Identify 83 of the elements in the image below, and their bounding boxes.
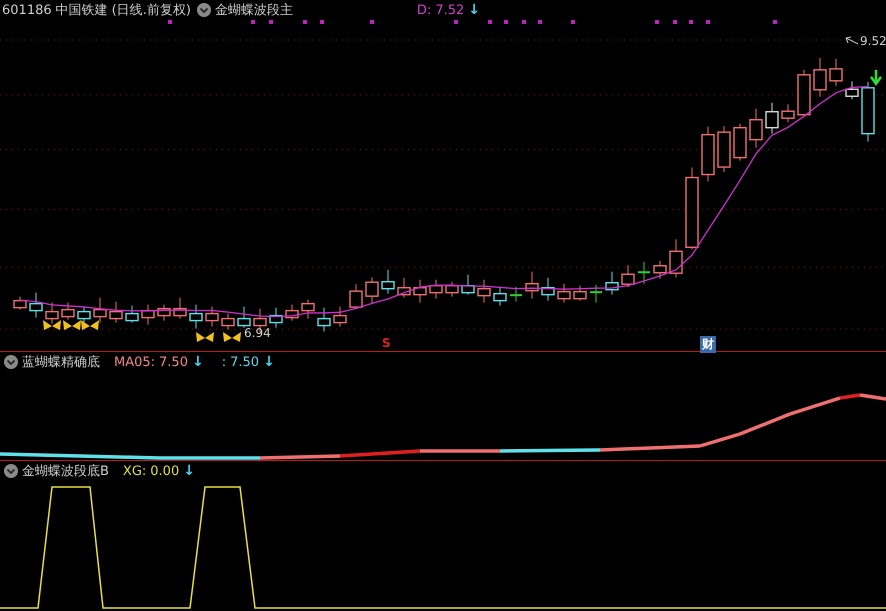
candlestick <box>349 284 363 310</box>
candlestick <box>525 271 539 300</box>
reading-label: MA05: <box>114 354 156 370</box>
candlestick <box>237 306 251 328</box>
finance-marker: 财 <box>700 336 716 353</box>
candlestick <box>557 283 571 304</box>
d-reading-value: 7.52 <box>435 2 464 18</box>
candlestick <box>829 58 843 86</box>
candlestick <box>541 277 555 302</box>
candlestick <box>301 299 315 320</box>
candlestick <box>510 286 522 302</box>
reading-label: : <box>222 354 226 370</box>
candlestick <box>141 304 155 326</box>
down-arrow-icon <box>870 68 882 86</box>
candlestick <box>669 238 683 278</box>
leader-line <box>846 36 858 44</box>
stock-code: 601186 <box>2 2 52 18</box>
candlestick <box>189 304 203 330</box>
trend-arrow: ↓ <box>183 463 195 479</box>
period-label: (日线.前复权) <box>112 2 191 19</box>
candlestick <box>573 285 587 302</box>
candlestick <box>365 276 379 304</box>
candlestick <box>765 102 779 134</box>
low-price-label: 6.94 <box>244 326 271 340</box>
trend-arrow: ↓ <box>192 354 204 370</box>
d-reading-label: D: <box>416 2 432 18</box>
candlestick <box>269 307 283 328</box>
candlestick <box>333 306 347 328</box>
candlestick <box>173 297 187 320</box>
candlestick <box>285 304 299 322</box>
indicator-name[interactable]: 蓝蝴蝶精确底 <box>22 353 100 371</box>
dropdown-icon[interactable] <box>4 355 18 369</box>
indicator-name[interactable]: 金蝴蝶波段主 <box>214 1 293 19</box>
candlestick <box>717 126 731 173</box>
candlestick <box>493 286 507 306</box>
candlestick <box>397 277 411 298</box>
butterfly-icon <box>63 320 81 330</box>
trend-arrow: ↓ <box>468 2 480 18</box>
candlestick <box>221 313 235 330</box>
candlestick <box>605 271 619 296</box>
trend-arrow: ↓ <box>263 354 275 370</box>
candlestick <box>317 307 331 332</box>
candlestick <box>861 81 875 142</box>
candlestick <box>413 279 427 304</box>
candlestick <box>621 264 635 288</box>
butterfly-icon <box>223 332 241 342</box>
candlestick <box>93 297 107 324</box>
candlestick <box>733 123 747 162</box>
candlestick <box>205 306 219 328</box>
candlestick <box>461 274 475 296</box>
candlestick <box>445 281 459 298</box>
candlestick <box>429 279 443 300</box>
candlestick <box>638 261 650 284</box>
butterfly-icon <box>196 332 214 342</box>
candlestick <box>45 302 59 324</box>
candlestick <box>477 279 491 304</box>
reading-value: 7.50 <box>159 354 188 370</box>
candlestick <box>797 69 811 118</box>
stock-name: 中国铁建 <box>56 2 108 19</box>
butterfly-icon <box>43 320 61 330</box>
candlestick <box>845 80 859 100</box>
candlestick <box>29 292 43 318</box>
candlestick <box>590 284 602 304</box>
reading-value: 7.50 <box>230 354 260 370</box>
candlestick <box>381 269 395 294</box>
dropdown-icon[interactable] <box>196 3 211 17</box>
candlestick <box>749 108 763 148</box>
candlestick <box>109 301 123 324</box>
candlestick <box>125 305 139 324</box>
candlestick <box>157 304 171 322</box>
candlestick <box>781 104 795 123</box>
candlestick <box>61 302 75 320</box>
candlestick <box>13 296 27 310</box>
butterfly-icon <box>81 320 99 330</box>
sell-marker: S <box>382 336 391 350</box>
indicator-name[interactable]: 金蝴蝶波段底B <box>22 462 109 480</box>
dropdown-icon[interactable] <box>4 464 18 478</box>
candlestick <box>813 57 827 98</box>
high-price-label: 9.52 <box>860 34 886 48</box>
reading-label: XG: <box>122 464 146 478</box>
reading-value: 0.00 <box>150 464 180 478</box>
candlestick <box>653 260 667 280</box>
candlestick <box>701 126 715 182</box>
